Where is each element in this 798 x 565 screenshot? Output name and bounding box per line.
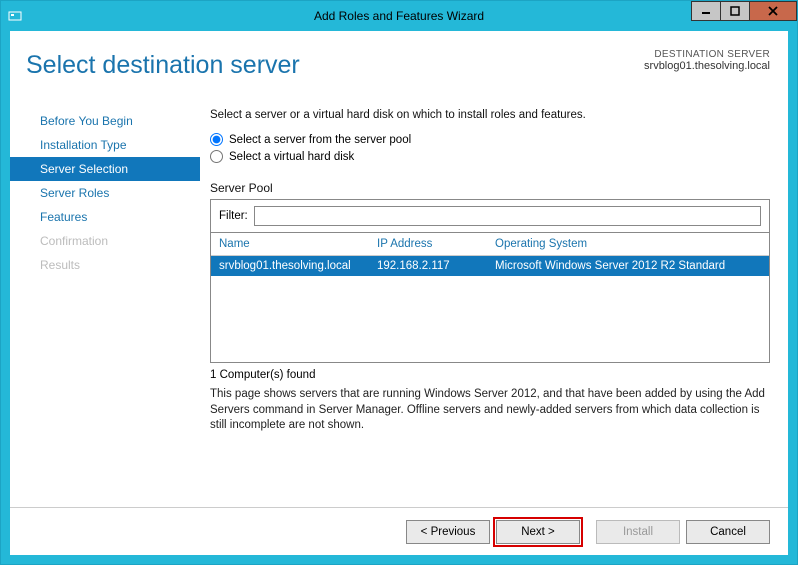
next-button[interactable]: Next > — [496, 520, 580, 544]
radio-vhd-label: Select a virtual hard disk — [229, 151, 354, 163]
computer-count: 1 Computer(s) found — [210, 369, 770, 381]
intro-text: Select a server or a virtual hard disk o… — [210, 109, 770, 121]
filter-row: Filter: — [210, 199, 770, 233]
previous-button[interactable]: < Previous — [406, 520, 490, 544]
sidebar-item-server-selection[interactable]: Server Selection — [10, 157, 200, 181]
destination-label: DESTINATION SERVER — [644, 49, 770, 60]
grid-row[interactable]: srvblog01.thesolving.local 192.168.2.117… — [211, 256, 769, 276]
cell-name: srvblog01.thesolving.local — [219, 260, 377, 272]
filter-label: Filter: — [219, 210, 248, 222]
wizard-sidebar: Before You Begin Installation Type Serve… — [10, 109, 200, 277]
maximize-button[interactable] — [720, 1, 750, 21]
destination-info: DESTINATION SERVER srvblog01.thesolving.… — [644, 49, 770, 72]
wizard-footer: < Previous Next > Install Cancel — [10, 507, 788, 555]
destination-server: srvblog01.thesolving.local — [644, 60, 770, 72]
close-button[interactable] — [749, 1, 797, 21]
sidebar-item-server-roles[interactable]: Server Roles — [10, 181, 200, 205]
radio-vhd-input[interactable] — [210, 150, 223, 163]
sidebar-item-features[interactable]: Features — [10, 205, 200, 229]
radio-server-pool-label: Select a server from the server pool — [229, 134, 411, 146]
cancel-button[interactable]: Cancel — [686, 520, 770, 544]
window-controls — [692, 1, 797, 21]
server-pool-label: Server Pool — [210, 181, 770, 195]
page-title: Select destination server — [26, 51, 300, 80]
install-button: Install — [596, 520, 680, 544]
cell-os: Microsoft Windows Server 2012 R2 Standar… — [495, 260, 761, 272]
col-header-os[interactable]: Operating System — [495, 238, 761, 250]
main-panel: Select a server or a virtual hard disk o… — [210, 109, 770, 501]
grid-header: Name IP Address Operating System — [211, 233, 769, 256]
page-description: This page shows servers that are running… — [210, 387, 770, 434]
sidebar-item-before-you-begin[interactable]: Before You Begin — [10, 109, 200, 133]
col-header-ip[interactable]: IP Address — [377, 238, 495, 250]
cell-ip: 192.168.2.117 — [377, 260, 495, 272]
window-title: Add Roles and Features Wizard — [1, 9, 797, 23]
sidebar-item-results: Results — [10, 253, 200, 277]
radio-server-pool-input[interactable] — [210, 133, 223, 146]
titlebar: Add Roles and Features Wizard — [1, 1, 797, 31]
server-grid: Name IP Address Operating System srvblog… — [210, 233, 770, 363]
filter-input[interactable] — [254, 206, 761, 226]
sidebar-item-confirmation: Confirmation — [10, 229, 200, 253]
radio-server-pool[interactable]: Select a server from the server pool — [210, 133, 770, 146]
minimize-button[interactable] — [691, 1, 721, 21]
sidebar-item-installation-type[interactable]: Installation Type — [10, 133, 200, 157]
col-header-name[interactable]: Name — [219, 238, 377, 250]
app-icon — [7, 8, 23, 24]
content-frame: Select destination server DESTINATION SE… — [1, 31, 797, 564]
radio-vhd[interactable]: Select a virtual hard disk — [210, 150, 770, 163]
